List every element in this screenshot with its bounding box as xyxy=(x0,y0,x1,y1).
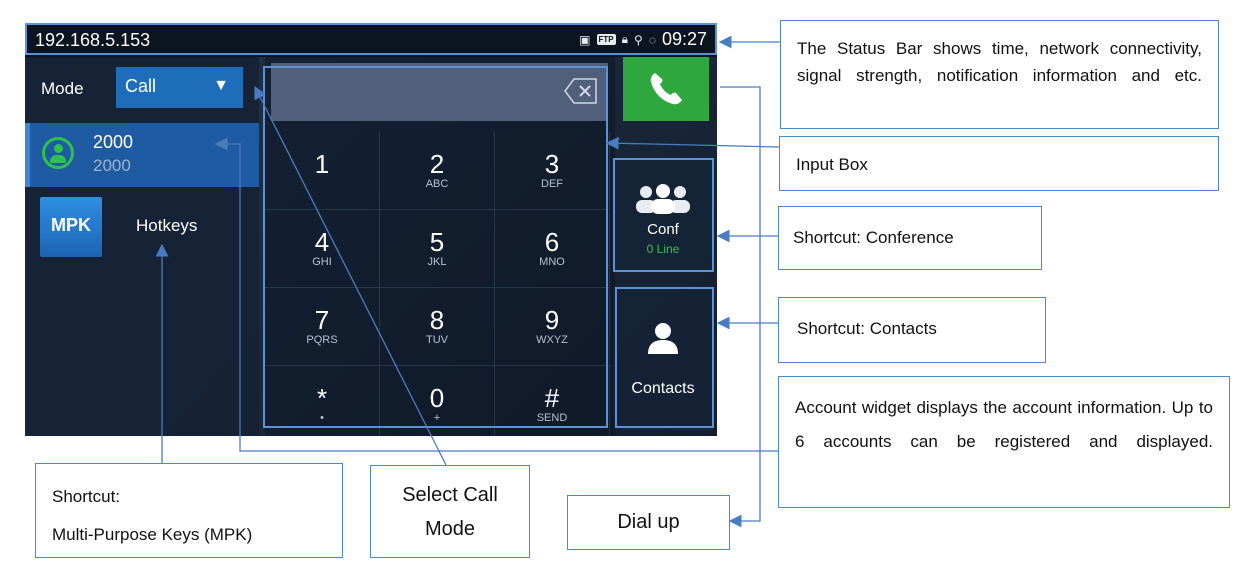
phone-icon xyxy=(650,73,682,105)
input-box-highlight xyxy=(263,66,608,428)
conference-highlight xyxy=(613,158,714,272)
callout-status-bar: The Status Bar shows time, network conne… xyxy=(780,20,1219,129)
dial-button[interactable] xyxy=(623,57,709,121)
account-icon xyxy=(42,137,74,169)
left-panel: Mode Call ▼ 2000 2000 MPK Hotkeys xyxy=(25,57,259,436)
callout-dial-up-text: Dial up xyxy=(617,511,680,533)
mpk-icon: MPK xyxy=(40,197,102,257)
account-name: 2000 xyxy=(93,132,134,152)
hotkeys-label: Hotkeys xyxy=(136,216,198,235)
callout-account-widget-text: Account widget displays the account info… xyxy=(795,398,1213,451)
callout-mpk-line1: Shortcut: xyxy=(52,487,121,506)
account-number: 2000 xyxy=(93,156,131,175)
callout-conference: Shortcut: Conference xyxy=(778,206,1042,270)
callout-mpk: Shortcut: Multi-Purpose Keys (MPK) xyxy=(35,463,343,558)
mode-select[interactable]: Call ▼ xyxy=(116,67,243,108)
callout-contacts-text: Shortcut: Contacts xyxy=(797,319,937,338)
callout-input-box-text: Input Box xyxy=(796,155,868,174)
status-bar-highlight xyxy=(25,23,717,55)
callout-select-call-mode-line2: Mode xyxy=(424,518,476,540)
callout-select-call-mode-line1: Select Call xyxy=(402,484,498,506)
callout-account-widget: Account widget displays the account info… xyxy=(778,376,1230,508)
chevron-down-icon: ▼ xyxy=(213,77,229,94)
callout-input-box: Input Box xyxy=(779,136,1219,191)
callout-mpk-line2: Multi-Purpose Keys (MPK) xyxy=(52,525,253,544)
mpk-shortcut[interactable]: MPK Hotkeys xyxy=(25,191,259,265)
callout-status-bar-text: The Status Bar shows time, network conne… xyxy=(797,39,1202,85)
callout-conference-text: Shortcut: Conference xyxy=(793,228,954,247)
callout-select-call-mode: Select Call Mode xyxy=(370,465,530,558)
mode-value: Call xyxy=(125,76,157,96)
callout-dial-up: Dial up xyxy=(567,495,730,550)
mode-label: Mode xyxy=(41,79,84,98)
callout-contacts: Shortcut: Contacts xyxy=(778,297,1046,363)
account-widget[interactable]: 2000 2000 xyxy=(25,123,259,187)
contacts-highlight xyxy=(615,287,714,428)
